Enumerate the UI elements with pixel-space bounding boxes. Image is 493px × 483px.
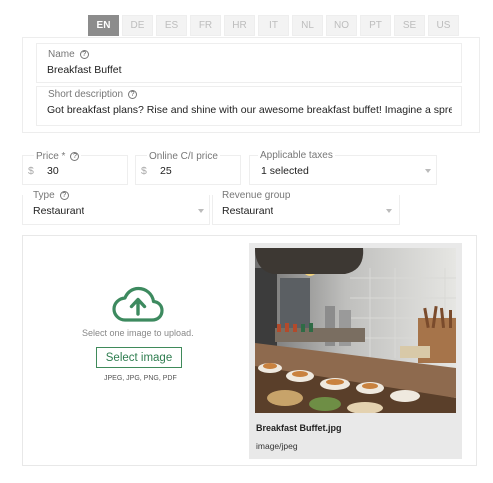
help-icon[interactable]: ? [128, 90, 138, 99]
tab-lang-de[interactable]: DE [122, 15, 153, 36]
name-field[interactable] [36, 43, 462, 83]
taxes-value: 1 selected [261, 165, 309, 177]
preview-file-name: Breakfast Buffet.jpg [256, 423, 342, 433]
name-value[interactable]: Breakfast Buffet [47, 64, 447, 76]
taxes-label: Applicable taxes [258, 150, 335, 161]
help-icon[interactable]: ? [70, 152, 80, 161]
name-label-text: Name [48, 49, 75, 60]
price-label: Price * ? [34, 151, 82, 162]
price-value[interactable]: 30 [47, 165, 59, 177]
select-image-button[interactable]: Select image [96, 347, 182, 368]
tab-lang-no[interactable]: NO [326, 15, 357, 36]
help-icon[interactable]: ? [59, 191, 69, 200]
language-tabs: EN DE ES FR HR IT NL NO PT SE US [88, 15, 459, 36]
preview-image[interactable] [255, 248, 456, 413]
price-label-text: Price * [36, 151, 66, 162]
preview-file-type: image/jpeg [256, 441, 298, 451]
upload-prompt: Select one image to upload. [82, 328, 194, 338]
tab-lang-en[interactable]: EN [88, 15, 119, 36]
chevron-down-icon[interactable] [386, 209, 392, 213]
chevron-down-icon[interactable] [425, 169, 431, 173]
type-label: Type ? [33, 190, 69, 201]
help-icon[interactable]: ? [79, 50, 89, 59]
online-price-label: Online C/I price [147, 151, 220, 162]
chevron-down-icon[interactable] [198, 209, 204, 213]
tab-lang-es[interactable]: ES [156, 15, 187, 36]
tab-lang-hr[interactable]: HR [224, 15, 255, 36]
short-description-label-text: Short description [48, 89, 124, 100]
allowed-formats: JPEG, JPG, PNG, PDF [104, 375, 177, 382]
type-value: Restaurant [33, 205, 85, 217]
currency-symbol: $ [141, 165, 147, 177]
revenue-group-value: Restaurant [222, 205, 274, 217]
type-label-text: Type [33, 190, 55, 201]
short-description-label: Short description ? [48, 89, 138, 100]
name-label: Name ? [48, 49, 89, 60]
tab-lang-us[interactable]: US [428, 15, 459, 36]
cloud-upload-icon[interactable] [112, 286, 164, 324]
tab-lang-pt[interactable]: PT [360, 15, 391, 36]
short-description-value[interactable]: Got breakfast plans? Rise and shine with… [47, 104, 452, 116]
tab-lang-fr[interactable]: FR [190, 15, 221, 36]
tab-lang-se[interactable]: SE [394, 15, 425, 36]
currency-symbol: $ [28, 165, 34, 177]
tab-lang-nl[interactable]: NL [292, 15, 323, 36]
revenue-group-label: Revenue group [222, 190, 291, 201]
buffet-photo [255, 248, 456, 413]
tab-lang-it[interactable]: IT [258, 15, 289, 36]
online-price-value[interactable]: 25 [160, 165, 172, 177]
